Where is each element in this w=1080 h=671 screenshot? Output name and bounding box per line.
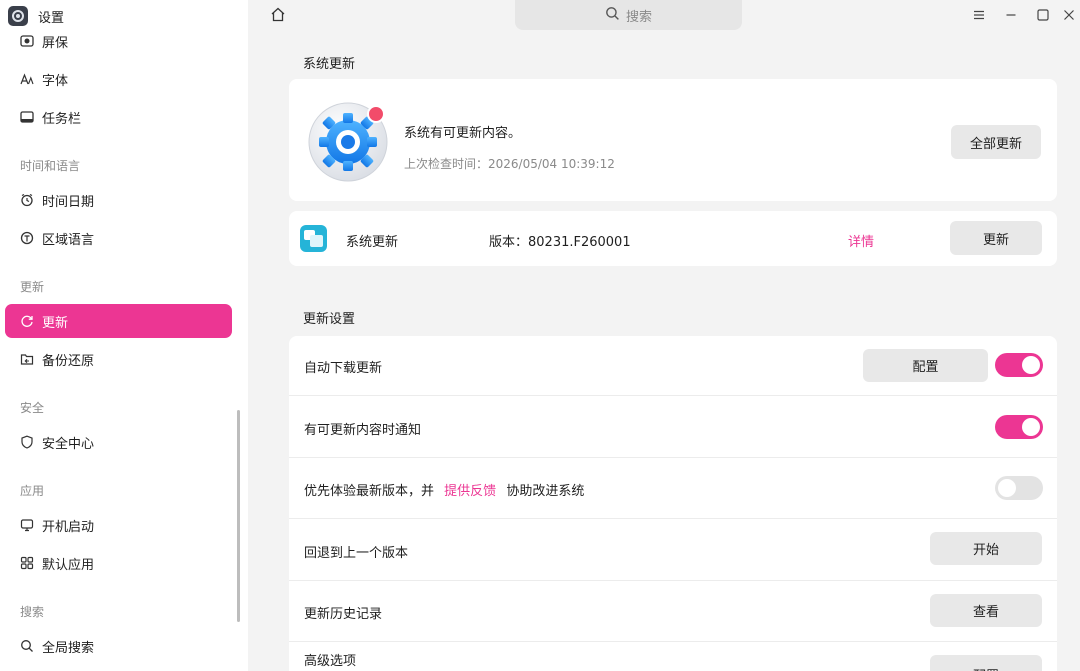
update-summary-card: 系统有可更新内容。 上次检查时间：2026/05/04 10:39:12 全部更… [289, 79, 1057, 201]
update-item-version: 版本：80231.F260001 [489, 235, 631, 250]
update-settings-card: 自动下载更新 配置 有可更新内容时通知 优先体验最新版本，并 提供反馈 协助改进… [289, 336, 1057, 671]
sidebar-item-global-search[interactable]: 全局搜索 [5, 629, 232, 663]
screensaver-icon [20, 34, 34, 48]
sidebar-item-startup[interactable]: 开机启动 [5, 508, 232, 542]
shield-icon [20, 435, 34, 449]
notification-dot [367, 105, 385, 123]
search-box[interactable]: 搜索 [515, 0, 742, 30]
clock-icon [20, 193, 34, 207]
divider [289, 457, 1057, 458]
sidebar-group-security: 安全 [20, 401, 45, 415]
sidebar-group-time-language: 时间和语言 [20, 159, 81, 173]
maximize-button[interactable] [1033, 5, 1053, 25]
font-icon [20, 72, 34, 86]
update-status-text: 系统有可更新内容。 [404, 126, 522, 141]
search-placeholder: 搜索 [625, 9, 652, 25]
main-panel: 搜索 系统更新 系统有可更新内容。 上次检查时间：2026/05/04 10:3… [248, 0, 1080, 671]
close-button[interactable] [1059, 5, 1079, 25]
sidebar-item-region-language[interactable]: 区域语言 [5, 221, 232, 255]
divider [289, 641, 1057, 642]
hamburger-icon [974, 10, 984, 20]
search-icon [605, 6, 620, 25]
last-check-time: 上次检查时间：2026/05/04 10:39:12 [404, 157, 615, 171]
top-bar: 搜索 [248, 0, 1080, 30]
startup-icon [20, 518, 34, 532]
preview-label: 优先体验最新版本，并 提供反馈 协助改进系统 [304, 484, 585, 499]
rollback-label: 回退到上一个版本 [304, 546, 409, 561]
system-update-section-title: 系统更新 [303, 57, 356, 72]
auto-download-config-button[interactable]: 配置 [863, 349, 988, 382]
update-all-button[interactable]: 全部更新 [951, 125, 1041, 159]
minimize-icon [1006, 14, 1016, 16]
notify-label: 有可更新内容时通知 [304, 423, 422, 438]
sidebar-group-update: 更新 [20, 280, 45, 294]
sidebar-item-default-apps[interactable]: 默认应用 [5, 546, 232, 580]
history-view-button[interactable]: 查看 [930, 594, 1042, 627]
sidebar-item-taskbar[interactable]: 任务栏 [5, 100, 232, 134]
system-update-logo [307, 101, 389, 183]
sidebar-item-screensaver[interactable]: 屏保 [5, 24, 232, 58]
update-item-name: 系统更新 [346, 235, 399, 250]
advanced-config-button[interactable]: 配置 [930, 655, 1042, 671]
rollback-start-button[interactable]: 开始 [930, 532, 1042, 565]
close-icon [1064, 10, 1074, 20]
menu-button[interactable] [969, 5, 989, 25]
history-label: 更新历史记录 [304, 607, 383, 622]
backup-icon [20, 352, 34, 366]
sidebar: 设置 屏保 字体 任务栏 时间和语言 时间日期 区域语言 更新 更新 备份还原 … [0, 0, 248, 671]
home-icon [271, 7, 285, 22]
minimize-button[interactable] [1001, 5, 1021, 25]
auto-download-label: 自动下载更新 [304, 361, 383, 376]
sidebar-group-search: 搜索 [20, 605, 45, 619]
sidebar-item-font[interactable]: 字体 [5, 62, 232, 96]
search-icon [20, 639, 34, 653]
auto-download-toggle[interactable] [995, 353, 1043, 377]
sidebar-item-backup[interactable]: 备份还原 [5, 342, 232, 376]
update-package-icon [300, 225, 327, 252]
divider [289, 518, 1057, 519]
update-item-card: 系统更新 版本：80231.F260001 详情 更新 [289, 211, 1057, 266]
maximize-icon [1037, 9, 1049, 21]
update-settings-section-title: 更新设置 [303, 312, 356, 327]
settings-app-icon [8, 6, 28, 26]
divider [289, 395, 1057, 396]
sidebar-item-security-center[interactable]: 安全中心 [5, 425, 232, 459]
details-link[interactable]: 详情 [848, 231, 874, 250]
sidebar-group-apps: 应用 [20, 484, 45, 498]
update-button[interactable]: 更新 [950, 221, 1042, 255]
update-icon [20, 314, 34, 328]
sidebar-item-datetime[interactable]: 时间日期 [5, 183, 232, 217]
notify-toggle[interactable] [995, 415, 1043, 439]
feedback-link[interactable]: 提供反馈 [444, 484, 496, 499]
language-icon [20, 231, 34, 245]
preview-toggle[interactable] [995, 476, 1043, 500]
advanced-label: 高级选项 [304, 654, 357, 669]
sidebar-item-update[interactable]: 更新 [5, 304, 232, 338]
sidebar-scrollbar[interactable] [237, 410, 240, 622]
grid-icon [20, 556, 34, 570]
app-title: 设置 [38, 10, 65, 26]
home-button[interactable] [268, 5, 288, 25]
divider [289, 580, 1057, 581]
taskbar-icon [20, 110, 34, 124]
